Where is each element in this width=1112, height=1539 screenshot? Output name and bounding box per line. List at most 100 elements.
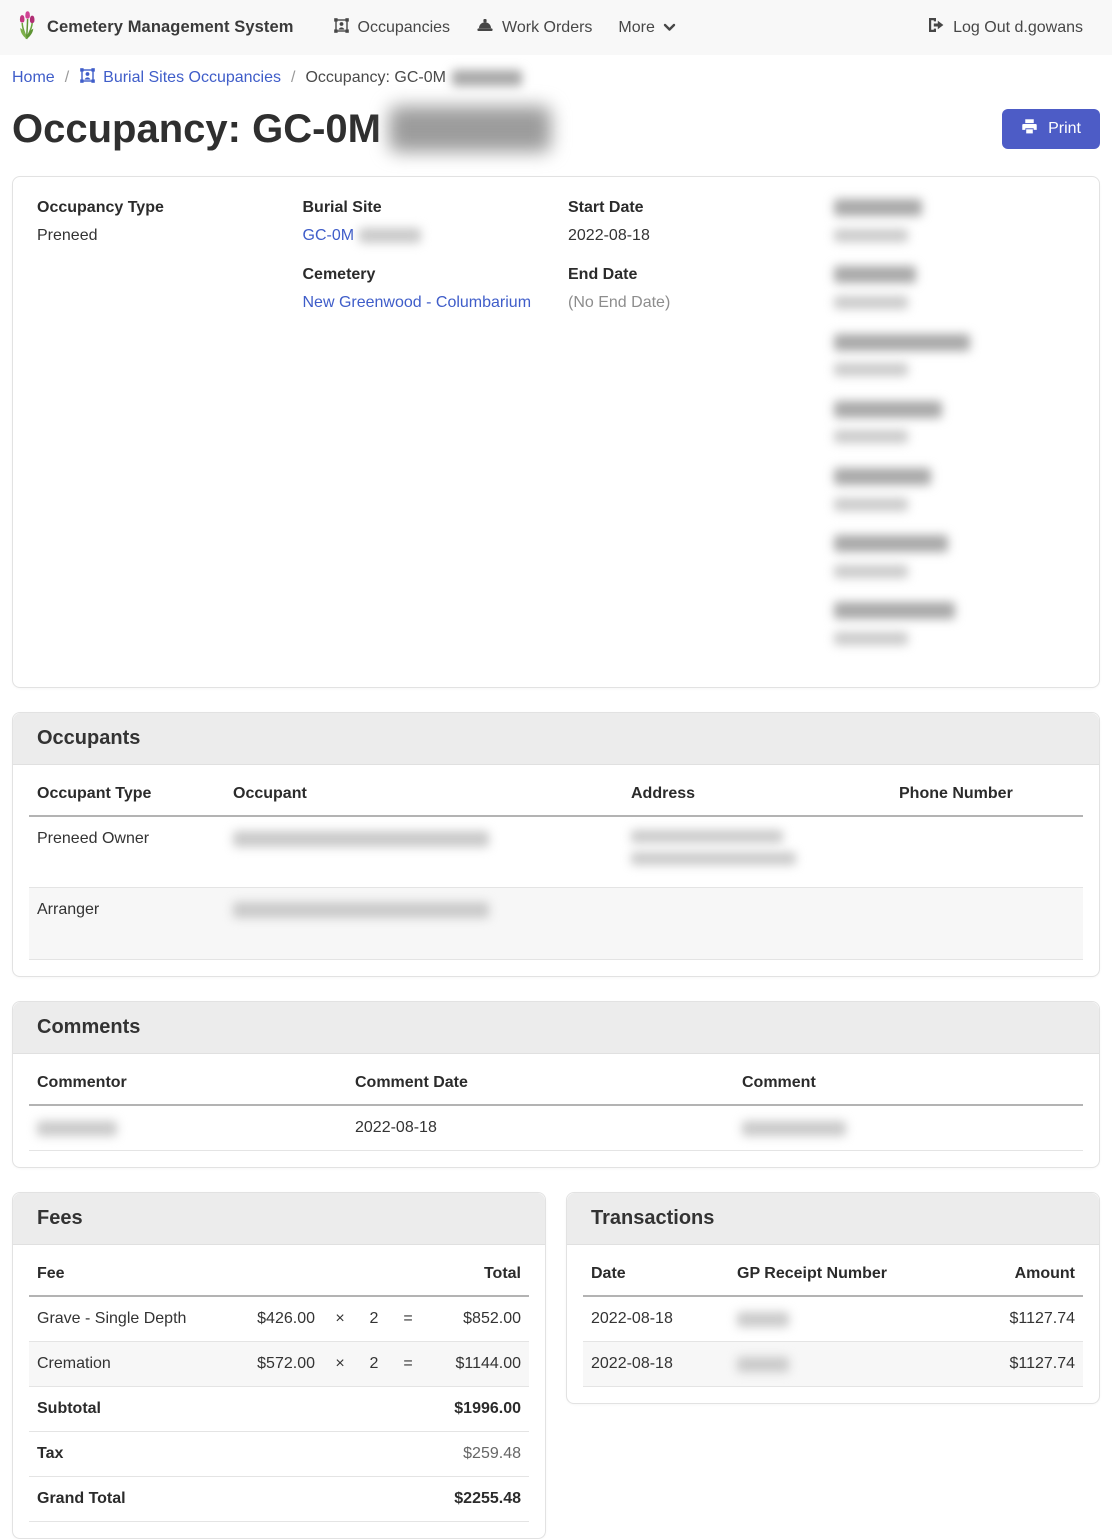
redacted-text <box>389 106 551 152</box>
breadcrumb-home[interactable]: Home <box>12 69 55 87</box>
redacted-text <box>452 70 522 86</box>
tulip-logo-icon <box>16 10 38 45</box>
transactions-card: Transactions Date GP Receipt Number Amou… <box>566 1192 1100 1404</box>
start-date-value: 2022-08-18 <box>568 225 810 247</box>
transactions-title: Transactions <box>567 1193 1099 1245</box>
end-date-label: End Date <box>568 264 810 286</box>
comments-table: Commentor Comment Date Comment 2022-08-1… <box>29 1062 1083 1151</box>
brand[interactable]: Cemetery Management System <box>16 10 294 45</box>
fees-header-total: Total <box>425 1253 529 1296</box>
transactions-header-amount: Amount <box>963 1253 1083 1296</box>
redacted-label <box>834 401 942 418</box>
table-row: 2022-08-18 $1127.74 <box>583 1296 1083 1342</box>
table-row: 2022-08-18 <box>29 1105 1083 1151</box>
fees-title: Fees <box>13 1193 545 1245</box>
occupants-title: Occupants <box>13 713 1099 765</box>
tax-label: Tax <box>29 1432 231 1477</box>
breadcrumb-occupancies[interactable]: Burial Sites Occupancies <box>79 67 281 89</box>
logout-button[interactable]: Log Out d.gowans <box>914 9 1096 46</box>
table-row: Preneed Owner <box>29 816 1083 888</box>
redacted-text <box>631 852 796 865</box>
start-date-label: Start Date <box>568 197 810 219</box>
occupancy-frame-person-icon <box>333 17 350 39</box>
occupancy-type-value: Preneed <box>37 225 279 247</box>
printer-icon <box>1021 118 1038 140</box>
transaction-amount: $1127.74 <box>963 1296 1083 1342</box>
redacted-text <box>359 228 421 243</box>
occupants-table: Occupant Type Occupant Address Phone Num… <box>29 773 1083 960</box>
fee-unit-price: $572.00 <box>231 1342 323 1387</box>
details-column-3: Start Date 2022-08-18 End Date (No End D… <box>568 197 810 667</box>
redacted-value <box>834 363 908 376</box>
comments-header-comment: Comment <box>734 1062 1083 1105</box>
table-row: 2022-08-18 $1127.74 <box>583 1342 1083 1387</box>
print-button[interactable]: Print <box>1002 109 1100 149</box>
redacted-value <box>834 565 908 578</box>
fee-quantity: 2 <box>357 1296 391 1342</box>
occupancy-frame-person-icon <box>79 67 96 89</box>
nav-work-orders-label: Work Orders <box>502 19 592 37</box>
comments-card: Comments Commentor Comment Date Comment … <box>12 1001 1100 1168</box>
details-column-2: Burial Site GC-0M Cemetery New Greenwood… <box>303 197 545 667</box>
cemetery-link[interactable]: New Greenwood - Columbarium <box>303 294 532 311</box>
redacted-value <box>834 430 908 443</box>
logout-icon <box>927 17 945 38</box>
grand-total-row: Grand Total $2255.48 <box>29 1477 529 1522</box>
redacted-label <box>834 266 916 283</box>
grand-total-label: Grand Total <box>29 1477 231 1522</box>
redacted-value <box>834 296 908 309</box>
occupants-header-occupant: Occupant <box>225 773 623 816</box>
fee-quantity: 2 <box>357 1342 391 1387</box>
breadcrumb-occupancies-label: Burial Sites Occupancies <box>103 69 281 87</box>
comments-header-commentor: Commentor <box>29 1062 347 1105</box>
transactions-header-receipt: GP Receipt Number <box>729 1253 963 1296</box>
comments-header-date: Comment Date <box>347 1062 734 1105</box>
redacted-label <box>834 602 955 619</box>
top-navbar: Cemetery Management System Occupancies <box>0 0 1112 55</box>
redacted-text <box>742 1121 846 1136</box>
fee-total: $852.00 <box>425 1296 529 1342</box>
redacted-text <box>631 830 783 843</box>
fee-multiply-sign: × <box>323 1342 357 1387</box>
details-column-1: Occupancy Type Preneed <box>37 197 279 667</box>
nav-work-orders[interactable]: Work Orders <box>463 10 605 46</box>
nav-occupancies[interactable]: Occupancies <box>320 9 464 47</box>
logout-label: Log Out d.gowans <box>953 19 1083 37</box>
cemetery-label: Cemetery <box>303 264 545 286</box>
table-row: Arranger <box>29 888 1083 960</box>
fee-equals-sign: = <box>391 1296 425 1342</box>
redacted-text <box>233 902 489 918</box>
redacted-label <box>834 535 948 552</box>
redacted-text <box>37 1121 117 1136</box>
fee-equals-sign: = <box>391 1342 425 1387</box>
burial-site-label: Burial Site <box>303 197 545 219</box>
transactions-header-date: Date <box>583 1253 729 1296</box>
breadcrumb-current: Occupancy: GC-0M <box>305 69 521 87</box>
fees-header-fee: Fee <box>29 1253 231 1296</box>
table-row: Cremation $572.00 × 2 = $1144.00 <box>29 1342 529 1387</box>
transactions-table: Date GP Receipt Number Amount 2022-08-18… <box>583 1253 1083 1387</box>
details-column-4-redacted <box>834 197 1076 667</box>
fee-unit-price: $426.00 <box>231 1296 323 1342</box>
transaction-amount: $1127.74 <box>963 1342 1083 1387</box>
fee-total: $1144.00 <box>425 1342 529 1387</box>
nav-more-label: More <box>618 19 654 37</box>
burial-site-link[interactable]: GC-0M <box>303 227 421 244</box>
chevron-down-icon <box>663 19 676 37</box>
redacted-text <box>233 831 489 847</box>
redacted-value <box>834 632 908 645</box>
table-row: Grave - Single Depth $426.00 × 2 = $852.… <box>29 1296 529 1342</box>
breadcrumb: Home / Burial Sites Occupancies / Occupa… <box>12 64 1100 92</box>
occupant-type: Preneed Owner <box>29 816 225 888</box>
fee-multiply-sign: × <box>323 1296 357 1342</box>
breadcrumb-separator: / <box>291 69 295 87</box>
subtotal-value: $1996.00 <box>425 1387 529 1432</box>
occupants-header-phone: Phone Number <box>891 773 1083 816</box>
nav-more[interactable]: More <box>605 11 688 45</box>
transaction-date: 2022-08-18 <box>583 1342 729 1387</box>
redacted-value <box>834 498 908 511</box>
hard-hat-icon <box>476 18 494 38</box>
fees-card: Fees Fee Total Grave - Single Depth <box>12 1192 546 1539</box>
subtotal-row: Subtotal $1996.00 <box>29 1387 529 1432</box>
comments-title: Comments <box>13 1002 1099 1054</box>
